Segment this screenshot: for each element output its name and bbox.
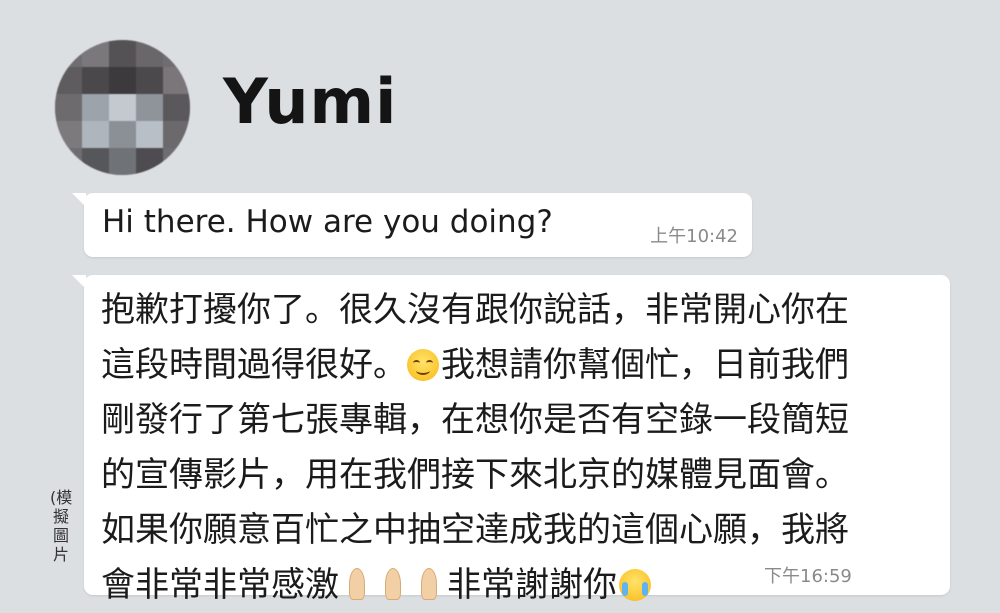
avatar-pixel [82,67,109,94]
contact-header: Yumi [55,40,415,175]
avatar-pixel [136,94,163,121]
avatar-pixel [82,148,109,175]
avatar-pixel [109,67,136,94]
crying-face-icon [619,569,651,601]
message-line-segment: 這段時間過得很好。 [101,345,407,385]
avatar-pixel [136,121,163,148]
avatar-pixel [136,67,163,94]
message-line-segment: 我想請你幫個忙，日前我們 [441,345,849,385]
avatar-pixel [163,121,190,148]
folded-hands-icon [414,567,444,601]
avatar-pixel [163,67,190,94]
message-bubble[interactable]: Hi there. How are you doing? 上午10:42 [72,193,752,257]
contact-avatar[interactable] [55,40,190,175]
avatar-pixel [55,94,82,121]
contact-name: Yumi [223,65,398,138]
smiling-face-icon [407,349,439,381]
avatar-pixel [109,40,136,67]
avatar-pixel [55,67,82,94]
message-text: Hi there. How are you doing? [102,204,553,240]
avatar-pixel [109,148,136,175]
message-line: 這段時間過得很好。 我想請你幫個忙，日前我們 [101,338,849,393]
avatar-pixel [163,94,190,121]
message-text: 抱歉打擾你了。很久沒有跟你說話，非常開心你在 這段時間過得很好。 我想請你幫個忙，… [101,283,849,613]
message-timestamp: 上午10:42 [650,226,738,247]
message-line: 會非常非常感激 非常謝謝你 [101,558,849,613]
message-line: 剛發行了第七張專輯，在想你是否有空錄一段簡短 [101,400,849,440]
side-caption: (模擬圖片 [50,488,73,564]
avatar-pixel [136,148,163,175]
message-line: 抱歉打擾你了。很久沒有跟你說話，非常開心你在 [101,290,849,330]
avatar-pixel [55,121,82,148]
avatar-pixel [136,40,163,67]
message-line: 的宣傳影片，用在我們接下來北京的媒體見面會。 [101,455,849,495]
folded-hands-icon [342,567,372,601]
avatar-pixel [109,94,136,121]
message-line: 如果你願意百忙之中抽空達成我的這個心願，我將 [101,510,849,550]
avatar-pixel [82,40,109,67]
message-line-segment: 會非常非常感激 [101,565,339,605]
avatar-pixel [82,94,109,121]
folded-hands-icon [378,567,408,601]
avatar-pixel [109,121,136,148]
message-line-segment: 非常謝謝你 [447,565,617,605]
avatar-pixel [82,121,109,148]
message-bubble[interactable]: 抱歉打擾你了。很久沒有跟你說話，非常開心你在 這段時間過得很好。 我想請你幫個忙，… [72,275,950,605]
message-timestamp: 下午16:59 [764,566,852,587]
